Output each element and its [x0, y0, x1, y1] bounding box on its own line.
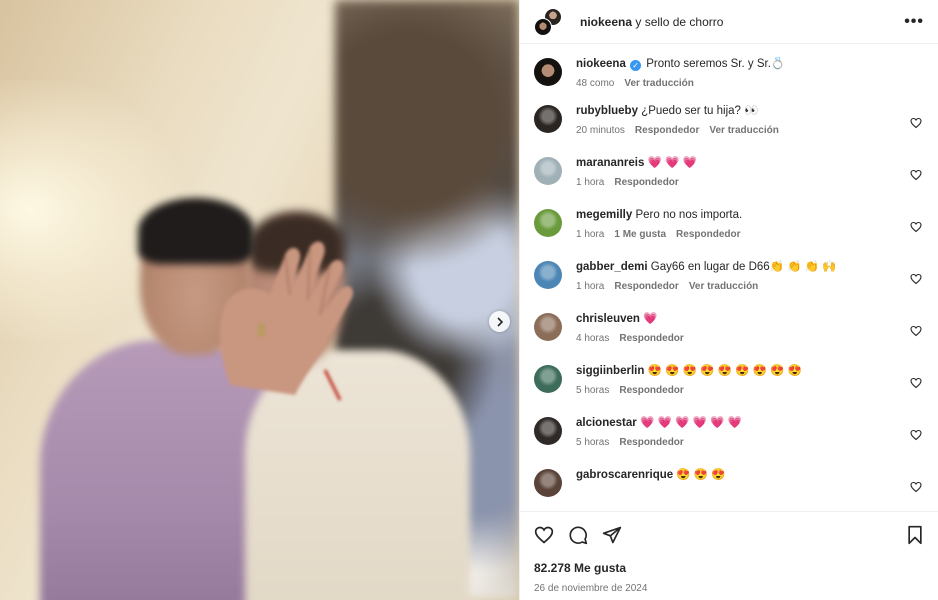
avatar[interactable] — [534, 157, 562, 185]
heart-icon — [910, 117, 922, 132]
comment-item: alcionestar 💗 💗 💗 💗 💗 💗 5 horas Responded… — [534, 415, 924, 448]
avatar[interactable] — [534, 58, 562, 86]
comment-text: ¿Puedo ser tu hija? 👀 — [641, 105, 759, 117]
comment-text: 😍 😍 😍 — [676, 469, 726, 481]
comment-text: 💗 💗 💗 — [647, 157, 697, 169]
collab-avatars[interactable] — [534, 7, 562, 36]
comment-username[interactable]: rubyblueby — [576, 105, 638, 117]
next-photo-button[interactable] — [489, 311, 510, 332]
reply-button[interactable]: Respondedor — [614, 177, 678, 188]
comment-text: Pero no nos importa. — [635, 209, 743, 221]
likes-count[interactable]: 82.278 Me gusta — [520, 561, 938, 575]
caption-time[interactable]: 48 como — [576, 78, 614, 89]
heart-icon — [910, 221, 922, 236]
comment-likes[interactable]: 1 Me gusta — [614, 229, 666, 240]
comment-time[interactable]: 1 hora — [576, 281, 604, 292]
avatar[interactable] — [534, 365, 562, 393]
action-bar — [520, 511, 938, 557]
comment-text: 😍 😍 😍 😍 😍 😍 😍 😍 😍 — [647, 365, 803, 377]
translate-link[interactable]: Ver traducción — [689, 281, 758, 292]
reply-button[interactable]: Respondedor — [676, 229, 740, 240]
like-comment-button[interactable] — [910, 377, 924, 391]
avatar[interactable] — [534, 261, 562, 289]
comment-time[interactable]: 4 horas — [576, 333, 609, 344]
comment-username[interactable]: gabber_demi — [576, 261, 648, 273]
post-authors: niokeena y sello de chorro — [580, 15, 723, 29]
share-icon[interactable] — [602, 525, 622, 545]
heart-icon — [910, 325, 922, 340]
avatar[interactable] — [534, 209, 562, 237]
caption: niokeena ✓ Pronto seremos Sr. y Sr.💍 48 … — [534, 56, 924, 89]
post-date[interactable]: 26 de noviembre de 2024 — [520, 583, 938, 594]
heart-icon — [910, 429, 922, 444]
comment-item: gabber_demi Gay66 en lugar de D66👏 👏 👏 🙌… — [534, 259, 924, 292]
heart-icon — [910, 377, 922, 392]
comment-item: marananreis 💗 💗 💗 1 hora Respondedor — [534, 155, 924, 188]
translate-link[interactable]: Ver traducción — [624, 78, 693, 89]
comments-list[interactable]: niokeena ✓ Pronto seremos Sr. y Sr.💍 48 … — [520, 44, 938, 511]
bookmark-icon[interactable] — [906, 525, 924, 545]
comment-item: megemilly Pero no nos importa. 1 hora 1 M… — [534, 207, 924, 240]
avatar — [534, 17, 552, 36]
comment-username[interactable]: gabroscarenrique — [576, 469, 673, 481]
comment-time[interactable]: 1 hora — [576, 177, 604, 188]
instagram-post: niokeena y sello de chorro ••• niokeena … — [0, 0, 938, 600]
more-icon: ••• — [904, 12, 924, 30]
comment-time[interactable]: 5 horas — [576, 385, 609, 396]
comment-username[interactable]: chrisleuven — [576, 313, 640, 325]
comment-username[interactable]: alcionestar — [576, 417, 637, 429]
like-comment-button[interactable] — [910, 273, 924, 287]
reply-button[interactable]: Respondedor — [619, 385, 683, 396]
comment-icon[interactable] — [568, 525, 588, 545]
comment-time[interactable]: 5 horas — [576, 437, 609, 448]
comment-username[interactable]: marananreis — [576, 157, 644, 169]
comment-text: Gay66 en lugar de D66👏 👏 👏 🙌 — [650, 261, 837, 273]
heart-icon — [910, 169, 922, 184]
comment-text: 💗 💗 💗 💗 💗 💗 — [639, 417, 742, 429]
like-comment-button[interactable] — [910, 169, 924, 183]
caption-username[interactable]: niokeena — [576, 58, 626, 70]
post-side-panel: niokeena y sello de chorro ••• niokeena … — [519, 0, 938, 600]
avatar[interactable] — [534, 105, 562, 133]
comment-time[interactable]: 1 hora — [576, 229, 604, 240]
comment-time[interactable]: 20 minutos — [576, 125, 625, 136]
author-username[interactable]: niokeena — [580, 15, 632, 29]
reply-button[interactable]: Respondedor — [635, 125, 699, 136]
comment-item: rubyblueby ¿Puedo ser tu hija? 👀 20 minu… — [534, 103, 924, 136]
caption-text: Pronto seremos Sr. y Sr.💍 — [646, 58, 786, 70]
translate-link[interactable]: Ver traducción — [709, 125, 778, 136]
comment-username[interactable]: siggiinberlin — [576, 365, 644, 377]
comment-username[interactable]: megemilly — [576, 209, 632, 221]
avatar[interactable] — [534, 313, 562, 341]
collaborator-name[interactable]: sello de chorro — [645, 15, 724, 29]
more-options-button[interactable]: ••• — [904, 13, 924, 31]
like-comment-button[interactable] — [910, 117, 924, 131]
heart-icon — [910, 481, 922, 496]
like-comment-button[interactable] — [910, 325, 924, 339]
heart-icon[interactable] — [534, 525, 554, 545]
photo-hand-with-ring — [219, 241, 353, 401]
reply-button[interactable]: Respondedor — [614, 281, 678, 292]
comment-text: 💗 — [643, 313, 658, 325]
comment-item: chrisleuven 💗 4 horas Respondedor — [534, 311, 924, 344]
comment-item: gabroscarenrique 😍 😍 😍 — [534, 467, 924, 497]
comment-item: siggiinberlin 😍 😍 😍 😍 😍 😍 😍 😍 😍 5 horas R… — [534, 363, 924, 396]
avatar[interactable] — [534, 417, 562, 445]
post-header: niokeena y sello de chorro ••• — [520, 0, 938, 44]
verified-badge-icon: ✓ — [630, 60, 642, 71]
chevron-right-icon — [496, 316, 503, 327]
reply-button[interactable]: Respondedor — [619, 437, 683, 448]
heart-icon — [910, 273, 922, 288]
like-comment-button[interactable] — [910, 481, 924, 495]
author-connector: y — [632, 14, 645, 29]
like-comment-button[interactable] — [910, 429, 924, 443]
like-comment-button[interactable] — [910, 221, 924, 235]
avatar[interactable] — [534, 469, 562, 497]
post-photo[interactable] — [0, 0, 519, 600]
reply-button[interactable]: Respondedor — [619, 333, 683, 344]
